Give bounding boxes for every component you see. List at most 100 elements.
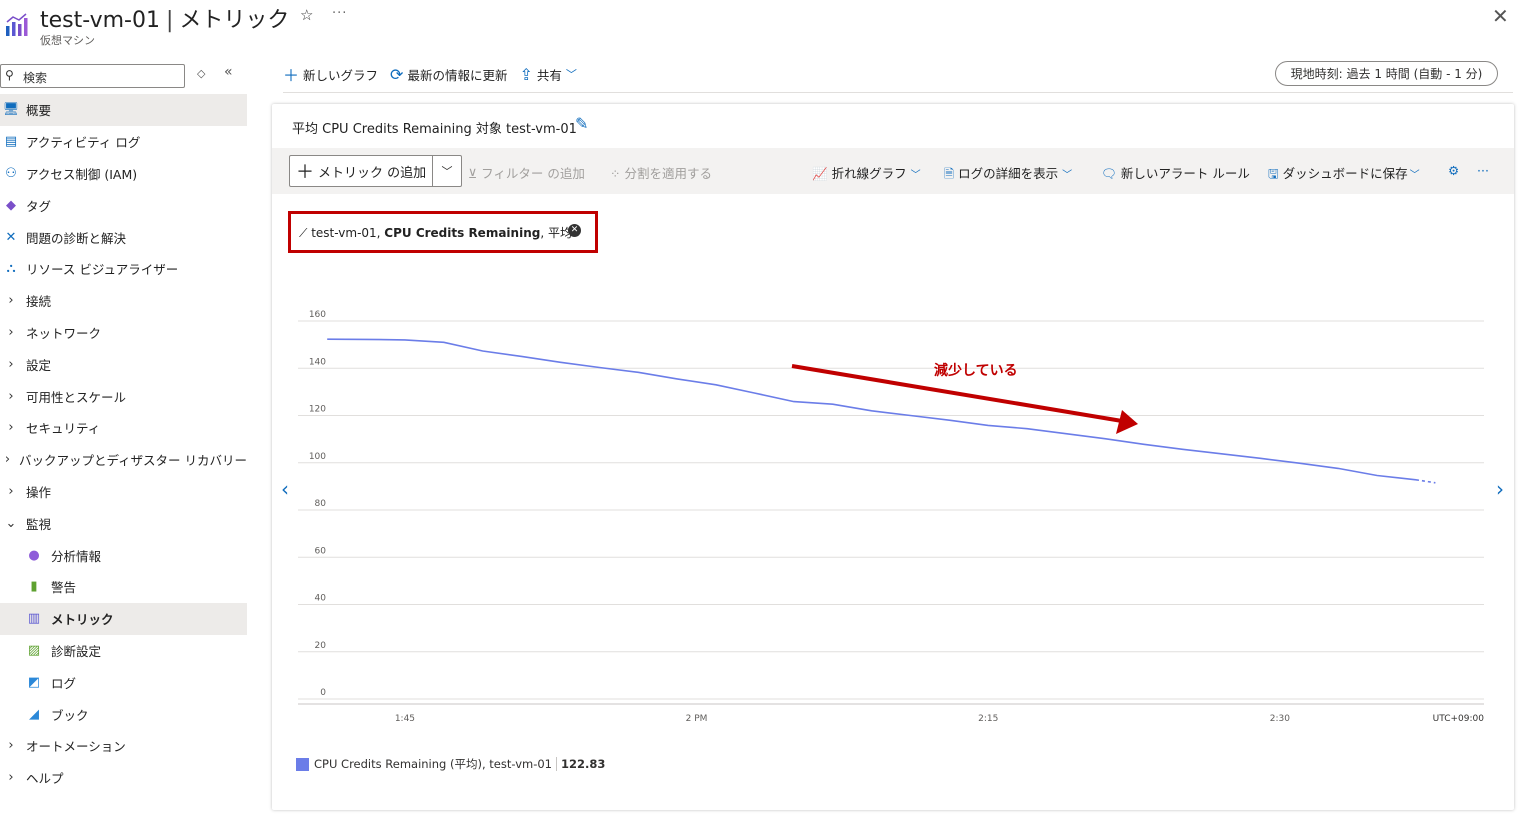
diagnostics-icon: ▨	[27, 642, 41, 658]
share-label: 共有	[536, 67, 562, 83]
search-icon: ⚲	[5, 68, 14, 82]
chevron-right-icon: ›	[8, 324, 14, 340]
chevron-right-icon: ›	[8, 293, 14, 309]
chevron-right-icon: ›	[8, 420, 14, 436]
divider	[283, 92, 1513, 93]
refresh-button[interactable]: ⟳ 最新の情報に更新	[390, 65, 507, 84]
sidebar-item-10[interactable]: › セキュリティ	[0, 412, 247, 444]
people-icon: ⚇	[5, 165, 17, 181]
hierarchy-icon: ⛬	[6, 261, 16, 277]
sidebar-item-label: ブック	[51, 707, 89, 723]
collapse-sidebar-icon[interactable]: «	[224, 64, 233, 80]
legend-swatch	[296, 757, 309, 771]
y-tick-label: 160	[309, 310, 326, 320]
y-tick-label: 0	[320, 688, 326, 698]
close-icon[interactable]: ✕	[1492, 4, 1509, 28]
more-options-icon[interactable]: ···	[332, 6, 347, 21]
chevron-down-icon: ⌄	[5, 515, 17, 531]
sidebar-item-label: 可用性とスケール	[26, 389, 127, 405]
chart-legend[interactable]: CPU Credits Remaining (平均), test-vm-01 1…	[296, 756, 605, 772]
x-tick-label: 1:45	[395, 714, 415, 724]
sidebar-item-6[interactable]: › 接続	[0, 285, 247, 317]
new-chart-label: 新しいグラフ	[303, 67, 379, 83]
chevron-right-icon[interactable]: ›	[1496, 477, 1504, 501]
chevron-right-icon: ›	[4, 452, 11, 468]
sidebar-item-4[interactable]: ✕ 問題の診断と解決	[0, 221, 247, 253]
search-input[interactable]: ⚲ 検索	[0, 64, 185, 88]
sidebar-item-label: セキュリティ	[26, 421, 101, 437]
y-tick-label: 20	[315, 641, 327, 651]
sidebar-item-0[interactable]: 🖥 概要	[0, 94, 247, 126]
y-tick-label: 60	[315, 546, 327, 556]
legend-label: CPU Credits Remaining (平均), test-vm-01	[314, 757, 552, 771]
series-line[interactable]	[327, 338, 1417, 481]
time-range-button[interactable]: 現地時刻: 過去 1 時間 (自動 - 1 分)	[1275, 61, 1498, 86]
sidebar-item-label: ログ	[51, 675, 77, 691]
sidebar-item-8[interactable]: › 設定	[0, 348, 247, 380]
sidebar-item-9[interactable]: › 可用性とスケール	[0, 380, 247, 412]
sidebar-nav: 🖥 概要 ▤ アクティビティ ログ ⚇ アクセス制御 (IAM) ◆ タグ ✕ 問題の診断と解決 ⛬…	[0, 94, 247, 794]
x-tick-label: 2 PM	[686, 714, 708, 724]
sidebar-item-label: 概要	[26, 103, 52, 119]
plus-icon: ＋	[283, 66, 300, 85]
sidebar-item-1[interactable]: ▤ アクティビティ ログ	[0, 126, 247, 158]
sidebar-item-7[interactable]: › ネットワーク	[0, 317, 247, 349]
share-button[interactable]: ⇪ 共有 ﹀	[519, 65, 580, 84]
tag-icon: ◆	[6, 197, 16, 213]
favorite-star-icon[interactable]: ☆	[300, 6, 313, 24]
log-icon: ▤	[4, 134, 18, 150]
sidebar-item-label: 監視	[26, 516, 52, 532]
title-separator: |	[165, 8, 174, 33]
chevron-right-icon: ›	[8, 356, 14, 372]
sidebar-item-13[interactable]: ⌄ 監視	[0, 507, 247, 539]
sidebar-item-18[interactable]: ◩ ログ	[0, 666, 247, 698]
legend-value: 122.83	[561, 757, 606, 771]
series-line-partial	[1415, 479, 1436, 484]
page-title: test-vm-01 | メトリック	[40, 2, 289, 34]
sidebar-item-3[interactable]: ◆ タグ	[0, 189, 247, 221]
sidebar-item-label: 設定	[26, 357, 52, 373]
alert-icon: ▮	[30, 579, 38, 595]
sidebar-item-14[interactable]: ● 分析情報	[0, 539, 247, 571]
sidebar-item-2[interactable]: ⚇ アクセス制御 (IAM)	[0, 158, 247, 190]
line-chart: 0 20 40 60 80 100 120 140 160 1:45 2 PM 2:15 2:30 U…	[281, 310, 1504, 724]
refresh-icon: ⟳	[390, 64, 404, 84]
sidebar-item-label: アクセス制御 (IAM)	[26, 166, 138, 182]
sidebar-item-15[interactable]: ▮ 警告	[0, 571, 247, 603]
legend-divider	[556, 757, 557, 771]
resource-type: 仮想マシン	[40, 34, 95, 47]
metrics-logo-icon	[6, 13, 28, 36]
y-tick-label: 40	[315, 594, 327, 604]
sidebar-item-label: オートメーション	[26, 739, 126, 755]
sidebar-item-label: アクティビティ ログ	[26, 135, 141, 151]
monitor-icon: 🖥	[2, 102, 20, 118]
sidebar-item-17[interactable]: ▨ 診断設定	[0, 635, 247, 667]
annotation-text: 減少している	[934, 362, 1018, 379]
chart-card: 平均 CPU Credits Remaining 対象 test-vm-01 ✎…	[272, 104, 1514, 810]
chevron-right-icon: ›	[8, 483, 14, 499]
chevron-right-icon: ›	[8, 388, 14, 404]
sidebar-item-label: 問題の診断と解決	[26, 230, 127, 246]
new-chart-button[interactable]: ＋新しいグラフ	[283, 62, 378, 86]
sidebar-item-label: 分析情報	[51, 548, 102, 564]
y-tick-label: 120	[309, 405, 326, 415]
expand-icon[interactable]: ◇	[197, 67, 205, 80]
sidebar-item-label: 警告	[51, 580, 77, 596]
share-icon: ⇪	[519, 64, 533, 84]
sidebar-item-5[interactable]: ⛬ リソース ビジュアライザー	[0, 253, 247, 285]
refresh-label: 最新の情報に更新	[407, 67, 508, 83]
sidebar-item-21[interactable]: › ヘルプ	[0, 762, 247, 794]
sidebar-item-label: リソース ビジュアライザー	[26, 262, 179, 278]
chevron-left-icon[interactable]: ‹	[281, 477, 289, 501]
sidebar-item-12[interactable]: › 操作	[0, 476, 247, 508]
sidebar-item-label: タグ	[26, 198, 52, 214]
sidebar-item-label: 接続	[26, 294, 52, 310]
bulb-icon: ●	[28, 547, 40, 563]
y-tick-label: 100	[309, 452, 326, 462]
sidebar-item-11[interactable]: › バックアップとディザスター リカバリー	[0, 444, 247, 476]
sidebar-item-20[interactable]: › オートメーション	[0, 730, 247, 762]
sidebar-item-label: ネットワーク	[26, 325, 102, 341]
sidebar-item-19[interactable]: ◢ ブック	[0, 698, 247, 730]
workbook-icon: ◢	[29, 706, 39, 722]
sidebar-item-16[interactable]: ▥ メトリック	[0, 602, 247, 635]
